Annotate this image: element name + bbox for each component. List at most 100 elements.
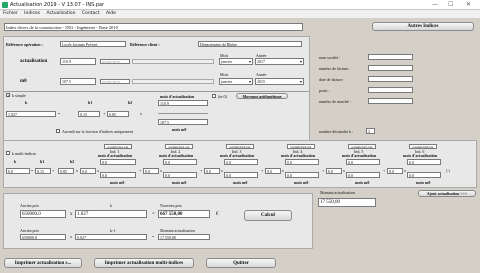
group-times: x	[404, 168, 406, 173]
multi-times: x	[76, 168, 78, 173]
nom-societe-label: nom société :	[319, 55, 341, 60]
moyenne-arithmetique-button[interactable]: Moyenne arithmétique	[236, 93, 288, 99]
multi-k-value[interactable]: 0.0	[6, 168, 30, 174]
quitter-button[interactable]: Quitter	[206, 258, 276, 268]
montant-actualisation-field[interactable]: 17 550,00	[318, 198, 376, 207]
multi-b1-input[interactable]: 0.15	[35, 168, 51, 174]
imprimer-actualisation-multi-button[interactable]: Imprimer actualisation multi-indices	[94, 258, 194, 268]
actualisation-annee-select[interactable]: 2017	[255, 58, 304, 65]
b1-simple-input[interactable]: 0.15	[78, 111, 100, 117]
poste-input[interactable]	[368, 87, 413, 93]
k-simple-label: k simple	[12, 93, 26, 98]
m0-annee-label: Année	[256, 72, 267, 77]
group-coef-input[interactable]: 0.0	[204, 168, 220, 174]
actualisation-mois-select[interactable]: janvier	[219, 58, 253, 65]
group-times: x	[97, 168, 99, 173]
calcul-button[interactable]: Calcul	[244, 210, 292, 221]
times-sign: x	[140, 111, 142, 116]
group-den-input[interactable]: 0.0	[407, 172, 441, 178]
menu-fichier[interactable]: Fichier	[3, 11, 18, 16]
date-facture-input[interactable]	[368, 76, 413, 82]
nouveau-prix-output: 667 550,00	[158, 210, 210, 218]
multi-b1-label: b1	[40, 159, 45, 164]
group-den-input[interactable]: 0.0	[285, 172, 319, 178]
m0-date-input[interactable]: 05/05/2015	[100, 79, 130, 84]
numero-marche-label: numéro de marché :	[319, 99, 351, 104]
menu-actualisation[interactable]: Actualisation	[46, 11, 75, 16]
close-icon[interactable]: ✕	[466, 0, 471, 10]
imprimer-actualisation-simple-button[interactable]: Imprimer actualisation s...	[4, 258, 82, 268]
multi-b2-input[interactable]: 0.85	[58, 168, 74, 174]
group-coef-input[interactable]: 0.0	[387, 168, 403, 174]
actualisation-slider[interactable]	[132, 59, 214, 64]
index-name-field[interactable]: Index divers de la construction - ING - …	[4, 23, 303, 31]
calc-panel	[3, 193, 313, 249]
decimales-input[interactable]: 3	[366, 128, 375, 134]
group-mois-act-label: mois d'actualisation	[98, 153, 133, 158]
calc-k-label: k	[110, 203, 112, 208]
date-facture-label: date de facture :	[319, 77, 345, 82]
ancien-prix-input[interactable]: 650000.0	[20, 210, 66, 218]
calc-k-input[interactable]: 1.027	[75, 210, 147, 218]
group-num-input[interactable]: 0.0	[224, 159, 258, 165]
b2-simple-input[interactable]: 0.85	[107, 111, 129, 117]
menu-indices[interactable]: Indices	[24, 11, 40, 16]
group-num-input[interactable]: 0.0	[285, 159, 319, 165]
group-mois-act-label: mois d'actualisation	[159, 153, 194, 158]
k-multi-checkbox[interactable]	[6, 151, 10, 155]
multi-closing-paren: ) )	[446, 168, 450, 173]
plus-sign: +	[103, 111, 106, 116]
m0-annee-select[interactable]: 2015	[255, 78, 304, 85]
numero-facture-input[interactable]	[368, 65, 413, 71]
group-den-input[interactable]: 0.0	[224, 172, 258, 178]
group-den-input[interactable]: 0.0	[163, 172, 197, 178]
menu-aide[interactable]: Aide	[106, 11, 116, 16]
menu-bar: Fichier Indices Actualisation Contact Ai…	[0, 10, 480, 18]
group-coef-input[interactable]: 0.0	[143, 168, 159, 174]
ref-operation-input[interactable]: Lycée Jacques Prévert	[60, 41, 126, 47]
fraction-denominator[interactable]: 107.5	[158, 119, 208, 125]
group-num-input[interactable]: 0.0	[163, 159, 197, 165]
group-plus: +	[383, 168, 386, 173]
k-simple-checkbox[interactable]: ✓	[6, 93, 10, 98]
m0-index-input[interactable]: 107.5	[60, 78, 96, 85]
ref-client-input[interactable]: Département du Rhône	[198, 41, 302, 47]
app-icon	[2, 2, 8, 8]
actualisation-index-input[interactable]: 110.9	[60, 58, 96, 65]
fraction-numerator[interactable]: 110.9	[158, 100, 208, 106]
ajout-actualisation-button[interactable]: Ajout actualisation >>>	[418, 190, 476, 197]
numero-marche-input[interactable]	[368, 98, 413, 104]
decimales-label: nombre décimales k :	[319, 129, 354, 134]
menu-contact[interactable]: Contact	[82, 11, 100, 16]
group-coef-input[interactable]: 0.0	[265, 168, 281, 174]
b1-label: b1	[88, 100, 93, 105]
group-coef-input[interactable]: 0.0	[80, 168, 96, 174]
group-num-input[interactable]: 0.0	[407, 159, 441, 165]
b2-label: b2	[128, 100, 133, 105]
group-den-input[interactable]: 0.0	[100, 172, 136, 178]
autres-indices-button[interactable]: Autres Indices	[372, 22, 474, 31]
group-mois-m0-label: mois m0	[233, 180, 248, 185]
m0-slider[interactable]	[132, 79, 214, 84]
group-den-input[interactable]: 0.0	[346, 172, 380, 178]
group-num-input[interactable]: 0.0	[100, 159, 136, 165]
group-num-input[interactable]: 0.0	[346, 159, 380, 165]
m0-mois-select[interactable]: janvier	[219, 78, 253, 85]
minimize-icon[interactable]: —	[432, 0, 438, 10]
k-simple-value[interactable]: 1.027	[6, 111, 56, 117]
in0-checkbox[interactable]	[212, 94, 216, 98]
fraction-bar	[158, 113, 208, 114]
maximize-icon[interactable]: ☐	[448, 0, 453, 10]
m0-mois-label: Mois	[220, 72, 229, 77]
group-coef-input[interactable]: 0.0	[326, 168, 342, 174]
euro-sign: €	[216, 212, 219, 217]
group-mois-m0-label: mois m0	[294, 180, 309, 185]
actualisation-date-input[interactable]: 05/05/2015	[100, 59, 130, 64]
group-mois-act-label: mois d'actualisation	[220, 153, 255, 158]
montant-actualisation2-label: Montant actualisation	[160, 228, 195, 233]
arrondi-checkbox[interactable]	[56, 129, 60, 133]
group-plus: +	[200, 168, 203, 173]
group-plus: +	[261, 168, 264, 173]
m0-label: m0	[20, 79, 27, 84]
nom-societe-input[interactable]	[368, 54, 413, 60]
